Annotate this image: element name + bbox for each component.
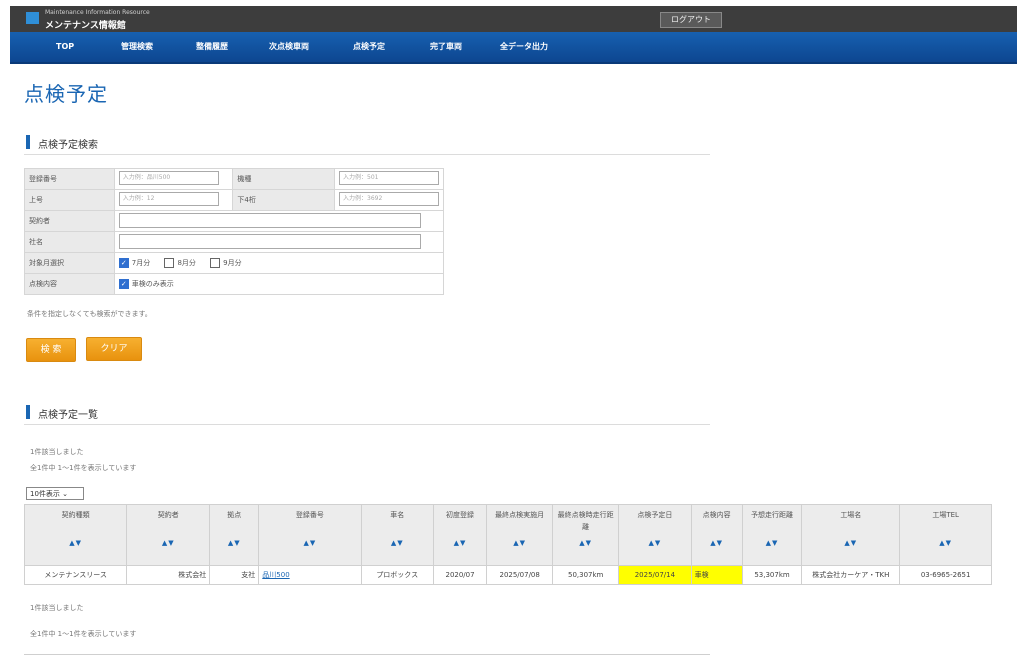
contractor-label: 契約者 [24,210,115,232]
col-header[interactable]: 初度登録 ▲▼ [432,504,488,566]
results-table: 契約種類 ▲▼ 契約者 ▲▼ 拠点 ▲▼ 登録番号 ▲▼ 車名 ▲▼ 初度登録 ▲▼ 最終点… [23,504,992,585]
upper-input[interactable]: 入力例：12 [118,192,219,206]
col-header[interactable]: 車名 ▲▼ [360,504,434,566]
results-section-title: 点検予定一覧 [38,410,98,421]
sort-icon: ▲▼ [227,539,241,547]
sort-icon: ▲▼ [161,539,175,547]
nav-item-top[interactable]: TOP [56,32,74,62]
sort-icon: ▲▼ [513,539,527,547]
lower-label: 下4桁 [232,189,335,211]
chevron-down-icon: ⌄ [62,490,69,498]
col-header[interactable]: 工場名 ▲▼ [801,504,901,566]
col-header[interactable]: 最終点検実施月 ▲▼ [486,504,554,566]
section-bar [26,405,30,419]
model-label: 機種 [232,168,335,190]
table-row: メンテナンスリース 株式会社 支社 品川500 プロボックス 2020/07 2… [23,565,992,585]
col-header[interactable]: 点検予定日 ▲▼ [618,504,692,566]
result-count: 1件該当しました [30,448,84,456]
main-nav: TOP 管理検索 整備履歴 次点検車両 点検予定 完了車両 全データ出力 [10,32,1017,64]
company-input[interactable] [118,233,421,249]
page-title: 点検予定 [24,82,108,106]
nav-item-inspection-schedule[interactable]: 点検予定 [353,32,385,62]
search-button[interactable]: 検 索 [26,338,76,362]
clear-button[interactable]: クリア [86,337,142,361]
table-header-row: 契約種類 ▲▼ 契約者 ▲▼ 拠点 ▲▼ 登録番号 ▲▼ 車名 ▲▼ 初度登録 ▲▼ 最終点… [23,504,992,566]
cell-last-mileage: 50,307km [552,565,620,585]
nav-item-export-all[interactable]: 全データ出力 [500,32,548,62]
sort-icon: ▲▼ [648,539,662,547]
sort-icon: ▲▼ [390,539,404,547]
cell-scheduled-date: 2025/07/14 [618,565,692,585]
month-label: 対象月選択 [24,252,115,274]
result-range: 全1件中 1〜1件を表示しています [30,464,137,472]
result-range-bottom: 全1件中 1〜1件を表示しています [30,630,137,638]
cell-est-mileage: 53,307km [741,565,803,585]
checkbox-checked-icon: ✓ [118,258,129,268]
sort-icon: ▲▼ [939,539,953,547]
cell-contract-type: メンテナンスリース [23,565,128,585]
nav-item-completed[interactable]: 完了車両 [430,32,462,62]
col-header[interactable]: 工場TEL ▲▼ [899,504,992,566]
nav-item-management-search[interactable]: 管理検索 [121,32,153,62]
checkbox-icon [210,258,221,268]
col-header[interactable]: 点検内容 ▲▼ [690,504,743,566]
nav-item-next-inspection[interactable]: 次点検車両 [269,32,309,62]
sort-icon: ▲▼ [69,539,82,547]
sort-icon: ▲▼ [579,539,593,547]
cell-inspection-type: 車検 [690,565,743,585]
cell-factory-tel: 03-6965-2651 [899,565,992,585]
col-header[interactable]: 契約者 ▲▼ [126,504,211,566]
cell-contractor: 株式会社 [126,565,211,585]
col-header[interactable]: 契約種類 ▲▼ [23,504,128,566]
divider [24,654,710,655]
cell-first-reg: 2020/07 [432,565,488,585]
content-label: 点検内容 [24,273,115,295]
checkbox-icon [164,258,175,268]
checkbox-checked-icon: ✓ [118,279,129,289]
model-input[interactable]: 入力例：501 [339,171,439,185]
reg-no-input[interactable]: 入力例：品川500 [118,171,219,185]
logout-button[interactable]: ログアウト [660,12,722,28]
results-section-header: 点検予定一覧 [24,402,710,425]
shaken-only-option[interactable]: ✓ 車検のみ表示 [118,279,174,289]
page-size-select[interactable]: 10件表示 ⌄ [26,487,84,500]
sort-icon: ▲▼ [303,539,317,547]
company-label: 社名 [24,231,115,253]
section-bar [26,135,30,149]
cell-branch: 支社 [209,565,260,585]
col-header[interactable]: 予想走行距離 ▲▼ [741,504,803,566]
cell-factory-name: 株式会社カーケア・TKH [801,565,901,585]
app-logo-icon [26,12,39,24]
month-option-september[interactable]: 9月分 [210,258,242,268]
sort-icon: ▲▼ [765,539,779,547]
nav-item-maintenance-history[interactable]: 整備履歴 [196,32,228,62]
col-header[interactable]: 最終点検時走行距離 ▲▼ [552,504,620,566]
upper-label: 上号 [24,189,115,211]
cell-last-inspection: 2025/07/08 [486,565,554,585]
month-option-august[interactable]: 8月分 [164,258,196,268]
cell-car-name: プロボックス [360,565,434,585]
col-header[interactable]: 登録番号 ▲▼ [258,504,362,566]
result-count-bottom: 1件該当しました [30,604,84,612]
col-header[interactable]: 拠点 ▲▼ [209,504,260,566]
reg-no-link[interactable]: 品川500 [262,571,289,579]
reg-no-label: 登録番号 [24,168,115,190]
search-section-title: 点検予定検索 [38,140,98,151]
month-option-july[interactable]: ✓ 7月分 [118,258,150,268]
sort-icon: ▲▼ [710,539,724,547]
search-section-header: 点検予定検索 [24,132,710,155]
app-subtitle: Maintenance Information Resource [45,9,150,16]
search-form: 登録番号 入力例：品川500 機種 入力例：501 上号 入力例：12 下4桁 … [24,168,445,295]
search-note: 条件を指定しなくても検索ができます。 [27,310,152,318]
sort-icon: ▲▼ [453,539,467,547]
lower-input[interactable]: 入力例：3692 [339,192,439,206]
app-title: メンテナンス情報館 [45,21,126,31]
sort-icon: ▲▼ [844,539,858,547]
top-bar: Maintenance Information Resource メンテナンス情… [10,6,1017,32]
contractor-input[interactable] [118,212,421,228]
